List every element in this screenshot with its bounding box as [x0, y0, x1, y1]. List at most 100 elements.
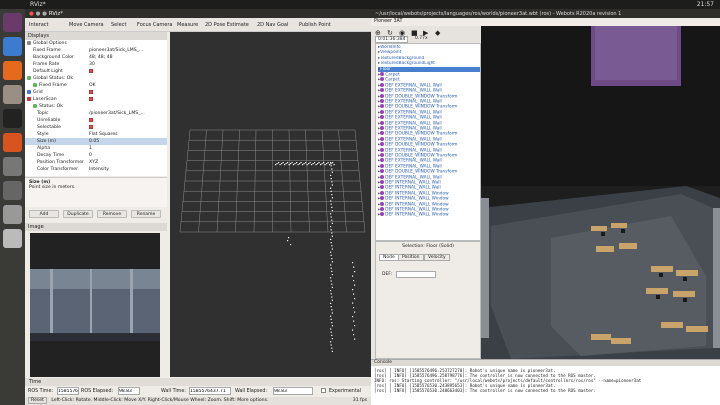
display-property-row[interactable]: Position Transformer XYZ: [25, 159, 167, 166]
tool-select[interactable]: Select: [111, 22, 126, 28]
checkbox-icon[interactable]: [89, 68, 93, 73]
maximize-icon[interactable]: ●: [42, 11, 47, 17]
display-property-row[interactable]: Status: Ok: [25, 103, 167, 110]
tab-node[interactable]: Node: [379, 254, 399, 261]
display-property-row[interactable]: Fixed Frame pioneer3at/Sick_LMS_...: [25, 47, 167, 54]
terminal-icon[interactable]: [3, 109, 22, 128]
laser-point: [331, 258, 333, 260]
tool-2d-pose-estimate[interactable]: 2D Pose Estimate: [205, 22, 249, 28]
property-value[interactable]: 0.05: [89, 138, 99, 145]
laser-point: [330, 331, 332, 333]
tab-position[interactable]: Position: [398, 254, 424, 261]
dash-icon[interactable]: [3, 13, 22, 32]
laser-point: [318, 162, 320, 164]
property-value[interactable]: pioneer3at/Sick_LMS_...: [89, 47, 143, 54]
display-property-row[interactable]: Global Options: [25, 40, 167, 47]
files-icon[interactable]: [3, 85, 22, 104]
checkbox-icon[interactable]: [89, 124, 93, 129]
property-value[interactable]: [89, 68, 93, 75]
property-value[interactable]: Flat Squares: [89, 131, 118, 138]
wall-time-field[interactable]: [189, 387, 231, 395]
display-property-row[interactable]: Topic/pioneer3at/Sick_LMS_...: [25, 110, 167, 117]
tab-velocity[interactable]: Velocity: [424, 254, 450, 261]
display-property-row[interactable]: Background Color 48; 48; 48: [25, 54, 167, 61]
def-field[interactable]: [396, 271, 436, 278]
property-value[interactable]: [89, 96, 93, 103]
camera-image: [30, 233, 160, 377]
property-value[interactable]: 0: [89, 152, 92, 159]
webots-titlebar[interactable]: ~/usr/local/webots/projects/languages/ro…: [371, 9, 720, 18]
chrome-icon[interactable]: [3, 37, 22, 56]
laser-point: [332, 162, 334, 164]
display-property-row[interactable]: Alpha 1: [25, 145, 167, 152]
shortcut-icon[interactable]: ◆: [435, 29, 440, 37]
tool-publish-point[interactable]: Publish Point: [299, 22, 331, 28]
property-value[interactable]: Intensity: [89, 166, 109, 173]
node-icon: [380, 147, 385, 152]
duplicate-button[interactable]: Duplicate: [63, 210, 93, 218]
add-button[interactable]: Add: [29, 210, 59, 218]
rviz-titlebar[interactable]: ● ● ● RViz*: [25, 9, 371, 18]
property-value[interactable]: OK: [89, 82, 96, 89]
property-value[interactable]: 48; 48; 48: [89, 54, 113, 61]
rename-button[interactable]: Rename: [131, 210, 161, 218]
ros-time-field[interactable]: [57, 387, 79, 395]
def-label: DEF:: [382, 272, 393, 277]
reset-button[interactable]: Reset: [28, 397, 47, 404]
display-property-row[interactable]: Fixed Frame OK: [25, 82, 167, 89]
ros-elapsed-field[interactable]: [118, 387, 140, 395]
tool-2d-nav-goal[interactable]: 2D Nav Goal: [257, 22, 288, 28]
wall-elapsed-field[interactable]: [273, 387, 313, 395]
displays-tree[interactable]: Global Options Fixed Frame pioneer3at/Sick…: [25, 40, 167, 176]
display-property-row[interactable]: LaserScan: [25, 96, 167, 103]
3d-simulation-view[interactable]: [481, 26, 720, 359]
scene-tree[interactable]: ▸WorldInfo ▸Viewpoint ▸TexturedBackground ▸…: [375, 43, 481, 241]
display-property-row[interactable]: Size (m) 0.05: [25, 138, 167, 145]
checkbox-icon[interactable]: [89, 89, 93, 94]
grid-icon: [27, 89, 31, 94]
property-value[interactable]: [89, 124, 93, 131]
scene-tree-item[interactable]: ▸ DEF INTERNAL_WALL Window: [378, 212, 480, 218]
property-value-text: 1: [89, 146, 92, 151]
display-property-row[interactable]: Global Status: Ok: [25, 75, 167, 82]
minimize-icon[interactable]: ●: [36, 11, 41, 17]
close-icon[interactable]: ●: [29, 11, 34, 17]
remove-button[interactable]: Remove: [97, 210, 127, 218]
property-value[interactable]: [89, 89, 93, 96]
tool-interact[interactable]: Interact: [29, 22, 49, 28]
display-property-row[interactable]: Frame Rate 30: [25, 61, 167, 68]
laser-point: [352, 316, 354, 318]
disk-icon[interactable]: [3, 229, 22, 248]
checkbox-icon[interactable]: [89, 117, 93, 122]
tool-focus-camera[interactable]: Focus Camera: [137, 22, 173, 28]
display-property-row[interactable]: Style Flat Squares: [25, 131, 167, 138]
display-property-row[interactable]: Selectable: [25, 124, 167, 131]
display-property-row[interactable]: Default Light: [25, 68, 167, 75]
checkbox-icon[interactable]: [89, 96, 93, 101]
property-value[interactable]: 30: [89, 61, 95, 68]
3d-view[interactable]: [170, 32, 371, 377]
property-value[interactable]: [89, 117, 93, 124]
display-property-row[interactable]: Color Transformer Intensity: [25, 166, 167, 173]
laser-point: [278, 162, 280, 164]
tool-move-camera[interactable]: Move Camera: [69, 22, 104, 28]
property-name: Global Options: [27, 40, 67, 47]
laser-point: [331, 171, 333, 173]
tool-measure[interactable]: Measure: [177, 22, 198, 28]
property-value[interactable]: /pioneer3at/Sick_LMS_...: [89, 110, 145, 117]
firefox-icon[interactable]: [3, 61, 22, 80]
display-property-row[interactable]: Grid: [25, 89, 167, 96]
property-description: Size (m) Point size in meters.: [25, 177, 167, 207]
clock[interactable]: 21:57: [697, 1, 714, 8]
laser-point: [279, 164, 281, 166]
software-icon[interactable]: [3, 133, 22, 152]
rviz-icon[interactable]: [3, 205, 22, 224]
experimental-checkbox[interactable]: [321, 388, 326, 393]
trash-icon[interactable]: [3, 181, 22, 200]
laser-point: [354, 325, 356, 327]
display-property-row[interactable]: Unreliable: [25, 117, 167, 124]
property-value[interactable]: XYZ: [89, 159, 98, 166]
settings-icon[interactable]: [3, 157, 22, 176]
display-property-row[interactable]: Decay Time 0: [25, 152, 167, 159]
property-value[interactable]: 1: [89, 145, 92, 152]
